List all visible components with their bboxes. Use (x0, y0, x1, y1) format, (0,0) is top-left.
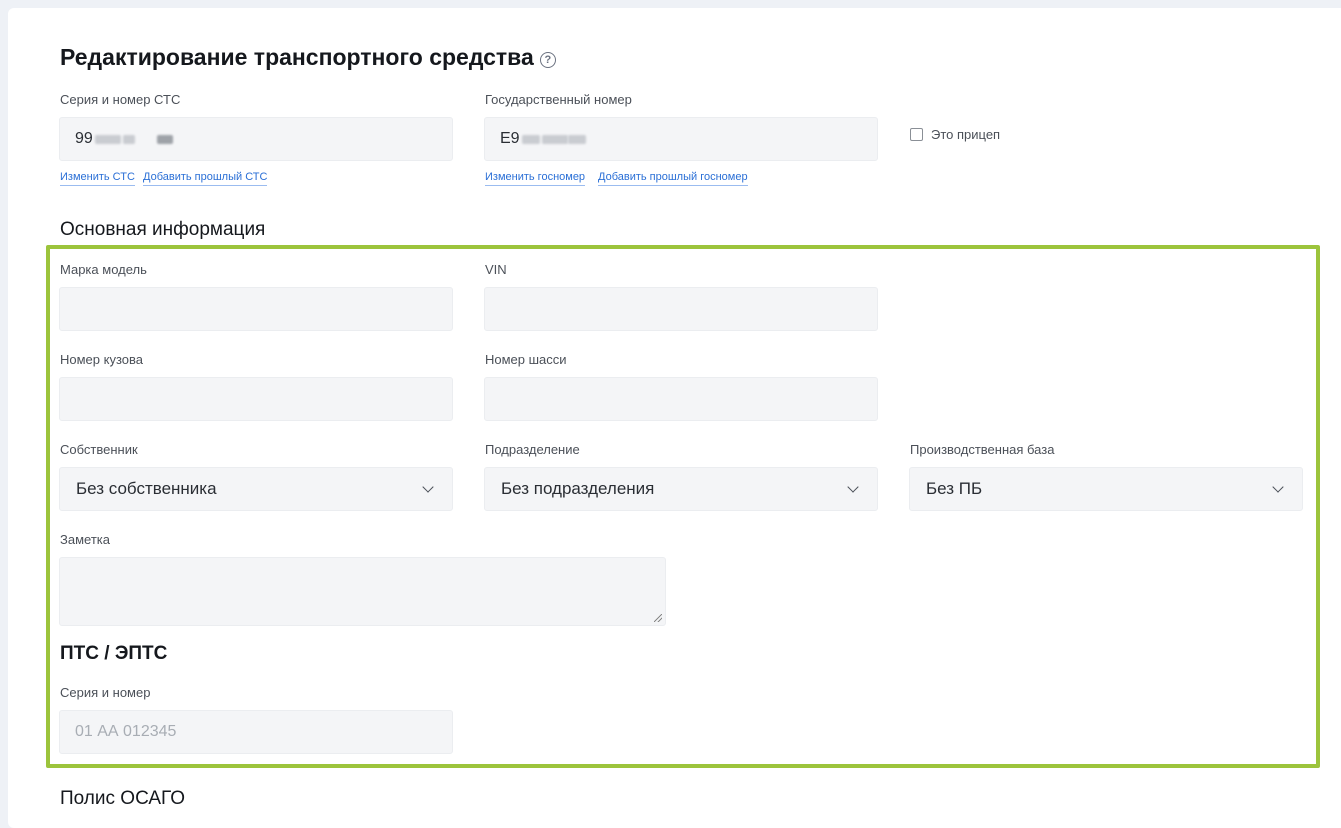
osago-title: Полис ОСАГО (60, 788, 186, 809)
add-previous-sts-link[interactable]: Добавить прошлый СТС (143, 171, 268, 186)
brand-model-input[interactable] (59, 287, 453, 331)
chevron-down-icon (1272, 481, 1284, 493)
help-circle-icon[interactable]: ? (539, 51, 556, 68)
redacted-text (541, 134, 568, 144)
body-number-input[interactable] (59, 377, 453, 421)
redacted-text (521, 134, 540, 144)
main-info-title: Основная информация (60, 219, 266, 240)
chassis-number-label: Номер шасси (485, 352, 567, 367)
pts-series-number-label: Серия и номер (60, 685, 151, 700)
sts-input[interactable]: 99 (59, 117, 453, 161)
page-title: Редактирование транспортного средства ? (60, 44, 556, 71)
production-base-selected-value: Без ПБ (926, 479, 983, 498)
trailer-checkbox[interactable] (910, 128, 923, 141)
note-label: Заметка (60, 532, 110, 547)
body-number-label: Номер кузова (60, 352, 143, 367)
resize-grip-icon[interactable] (654, 614, 662, 622)
sts-value: 99 (75, 130, 93, 147)
page-title-text: Редактирование транспортного средства (60, 44, 534, 70)
pts-title: ПТС / ЭПТС (60, 643, 168, 664)
division-selected-value: Без подразделения (501, 479, 655, 498)
owner-selected-value: Без собственника (76, 479, 217, 498)
redacted-text (122, 134, 135, 144)
change-plate-link[interactable]: Изменить госномер (485, 171, 586, 186)
vin-input[interactable] (484, 287, 878, 331)
chevron-down-icon (847, 481, 859, 493)
plate-value: Е9 (500, 130, 520, 147)
owner-select[interactable]: Без собственника (59, 467, 453, 511)
owner-label: Собственник (60, 442, 138, 457)
chassis-number-input[interactable] (484, 377, 878, 421)
plate-label: Государственный номер (485, 92, 632, 107)
brand-model-label: Марка модель (60, 262, 147, 277)
redacted-text (567, 134, 586, 144)
division-select[interactable]: Без подразделения (484, 467, 878, 511)
change-sts-link[interactable]: Изменить СТС (60, 171, 135, 186)
production-base-label: Производственная база (910, 442, 1055, 457)
trailer-label: Это прицеп (931, 127, 1001, 142)
chevron-down-icon (422, 481, 434, 493)
note-textarea[interactable] (59, 557, 666, 626)
trailer-checkbox-row[interactable]: Это прицеп (910, 127, 1000, 142)
production-base-select[interactable]: Без ПБ (909, 467, 1303, 511)
add-previous-plate-link[interactable]: Добавить прошлый госномер (598, 171, 748, 186)
plate-input[interactable]: Е9 (484, 117, 878, 161)
pts-series-number-input[interactable]: 01 АА 012345 (59, 710, 453, 754)
redacted-text (156, 134, 173, 144)
vin-label: VIN (485, 262, 507, 277)
pts-series-number-placeholder: 01 АА 012345 (75, 723, 177, 740)
division-label: Подразделение (485, 442, 580, 457)
redacted-text (94, 134, 121, 144)
sts-label: Серия и номер СТС (60, 92, 181, 107)
